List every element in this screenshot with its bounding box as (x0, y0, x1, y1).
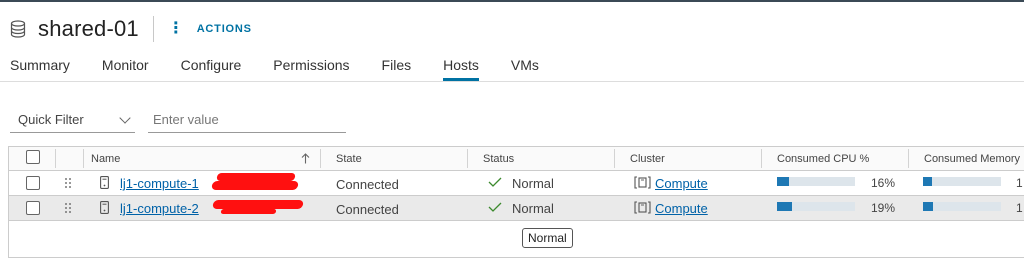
column-divider (467, 149, 468, 168)
redaction-mark (212, 200, 304, 209)
quick-filter-label: Quick Filter (18, 112, 84, 127)
cluster-link[interactable]: Compute (655, 201, 708, 216)
column-header-name[interactable]: Name (83, 147, 320, 170)
column-divider (908, 149, 909, 168)
window-top-border (0, 0, 1024, 2)
column-header-status-label: Status (483, 152, 515, 165)
select-all-checkbox[interactable] (26, 150, 40, 164)
cpu-usage-fill (777, 202, 792, 211)
tab-bar: Summary Monitor Configure Permissions Fi… (10, 48, 571, 81)
drag-handle-icon[interactable] (65, 203, 71, 213)
host-state: Connected (336, 177, 399, 192)
tab-bar-divider (0, 81, 1024, 82)
column-divider (320, 149, 321, 168)
host-name-link[interactable]: lj1-compute-1 (120, 176, 199, 191)
quick-filter-dropdown[interactable]: Quick Filter (10, 111, 135, 133)
column-header-cpu-label: Consumed CPU % (777, 152, 870, 165)
cluster-icon (634, 201, 651, 214)
column-header-memory-label: Consumed Memory (924, 152, 1020, 165)
column-header-cluster[interactable]: Cluster (622, 147, 762, 170)
filter-value-input[interactable] (148, 111, 346, 133)
header-divider (152, 16, 154, 42)
column-header-state[interactable]: State (328, 147, 468, 170)
table-row[interactable]: lj1-compute-2 Connected Normal Compute 1… (9, 196, 1024, 221)
row-checkbox[interactable] (26, 201, 40, 215)
column-header-cpu[interactable]: Consumed CPU % (769, 147, 909, 170)
drag-handle-icon[interactable] (65, 178, 71, 188)
redaction-mark (216, 173, 296, 181)
cpu-usage-bar (777, 177, 855, 186)
hosts-datagrid: Name State Status Cluster Consumed CPU %… (8, 146, 1024, 258)
column-header-cluster-label: Cluster (630, 152, 665, 165)
object-header: shared-01 ⋮ ACTIONS (10, 15, 252, 43)
actions-label: ACTIONS (196, 23, 252, 35)
database-icon (10, 20, 26, 38)
status-tooltip: Normal (522, 228, 573, 248)
arrow-up-icon (301, 153, 310, 164)
cpu-usage-bar (777, 202, 855, 211)
vertical-ellipsis-icon: ⋮ (167, 20, 185, 37)
column-header-name-label: Name (91, 152, 121, 165)
memory-usage-fill (923, 177, 933, 186)
tab-files[interactable]: Files (382, 48, 412, 81)
tab-permissions[interactable]: Permissions (273, 48, 349, 81)
tab-monitor[interactable]: Monitor (102, 48, 149, 81)
chevron-down-icon (119, 111, 131, 124)
tab-summary[interactable]: Summary (10, 48, 70, 81)
host-name-link[interactable]: lj1-compute-2 (120, 201, 199, 216)
column-divider (55, 149, 56, 168)
redaction-mark (211, 181, 299, 190)
tab-configure[interactable]: Configure (181, 48, 242, 81)
cluster-icon (634, 176, 651, 189)
tab-hosts[interactable]: Hosts (443, 48, 479, 81)
memory-usage-fill (923, 202, 934, 211)
page-title: shared-01 (38, 16, 139, 41)
memory-value: 1 (1016, 176, 1023, 190)
cluster-link[interactable]: Compute (655, 176, 708, 191)
cpu-percent: 16% (871, 176, 896, 190)
cpu-percent: 19% (871, 201, 896, 215)
column-header-status[interactable]: Status (475, 147, 615, 170)
redaction-mark (220, 209, 277, 214)
memory-value: 1 (1016, 201, 1023, 215)
column-header-state-label: State (336, 152, 362, 165)
table-row[interactable]: lj1-compute-1 Connected Normal Compute 1… (9, 171, 1024, 196)
actions-button[interactable]: ⋮ ACTIONS (168, 21, 252, 37)
column-header-memory[interactable]: Consumed Memory (916, 147, 1024, 170)
host-server-icon (100, 201, 109, 214)
host-status: Normal (512, 176, 554, 191)
check-icon (488, 202, 502, 212)
host-server-icon (100, 176, 109, 189)
host-status: Normal (512, 201, 554, 216)
datagrid-header: Name State Status Cluster Consumed CPU %… (9, 147, 1024, 171)
column-divider (761, 149, 762, 168)
host-state: Connected (336, 202, 399, 217)
cpu-usage-fill (777, 177, 790, 186)
tab-vms[interactable]: VMs (511, 48, 539, 81)
column-divider (614, 149, 615, 168)
row-checkbox[interactable] (26, 176, 40, 190)
memory-usage-bar (923, 202, 1001, 211)
check-icon (488, 177, 502, 187)
memory-usage-bar (923, 177, 1001, 186)
